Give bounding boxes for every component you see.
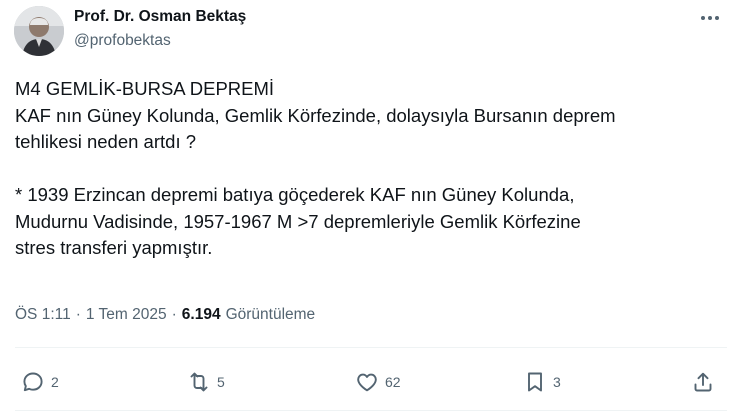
tweet-text: M4 GEMLİK-BURSA DEPREMİ KAF nın Güney Ko…	[15, 76, 727, 262]
more-icon	[701, 16, 719, 20]
tweet-meta: ÖS 1:11 · 1 Tem 2025 · 6.194 Görüntüleme	[15, 306, 315, 324]
divider	[15, 410, 727, 411]
reply-icon	[23, 372, 43, 392]
tweet-time[interactable]: ÖS 1:11	[15, 306, 71, 324]
like-button[interactable]: 62	[355, 368, 401, 396]
tweet-line: * 1939 Erzincan depremi batıya göçederek…	[15, 184, 575, 205]
avatar[interactable]	[14, 6, 64, 56]
author-name[interactable]: Prof. Dr. Osman Bektaş	[74, 8, 246, 26]
author-handle[interactable]: @profobektas	[74, 32, 171, 50]
views-count: 6.194	[181, 306, 221, 323]
more-button[interactable]	[694, 6, 726, 30]
views-label: Görüntüleme	[225, 306, 316, 323]
bookmark-button[interactable]: 3	[523, 368, 561, 396]
retweet-icon	[190, 372, 208, 392]
share-button[interactable]	[691, 368, 715, 396]
bookmark-icon	[528, 372, 542, 392]
action-bar: 2 5 62 3	[0, 368, 742, 398]
tweet-line: tehlikesi neden artdı ?	[15, 131, 197, 152]
reply-button[interactable]: 2	[21, 368, 59, 396]
tweet-line: Mudurnu Vadisinde, 1957-1967 M >7 deprem…	[15, 210, 581, 232]
reply-count: 2	[51, 374, 59, 390]
bookmark-count: 3	[553, 374, 561, 390]
tweet-line: M4 GEMLİK-BURSA DEPREMİ	[15, 78, 275, 99]
tweet-date[interactable]: 1 Tem 2025	[86, 306, 167, 324]
meta-separator: ·	[75, 306, 81, 323]
retweet-button[interactable]: 5	[187, 368, 225, 396]
divider	[15, 347, 727, 348]
tweet-line: KAF nın Güney Kolunda, Gemlik Körfezinde…	[15, 104, 616, 126]
share-icon	[694, 372, 712, 392]
tweet-blank-line	[15, 156, 727, 183]
tweet-line: stres transferi yapmıştır.	[15, 237, 213, 258]
retweet-count: 5	[217, 374, 225, 390]
avatar-photo	[14, 6, 64, 56]
like-count: 62	[385, 374, 401, 390]
like-icon	[357, 373, 377, 392]
meta-separator: ·	[171, 306, 177, 323]
